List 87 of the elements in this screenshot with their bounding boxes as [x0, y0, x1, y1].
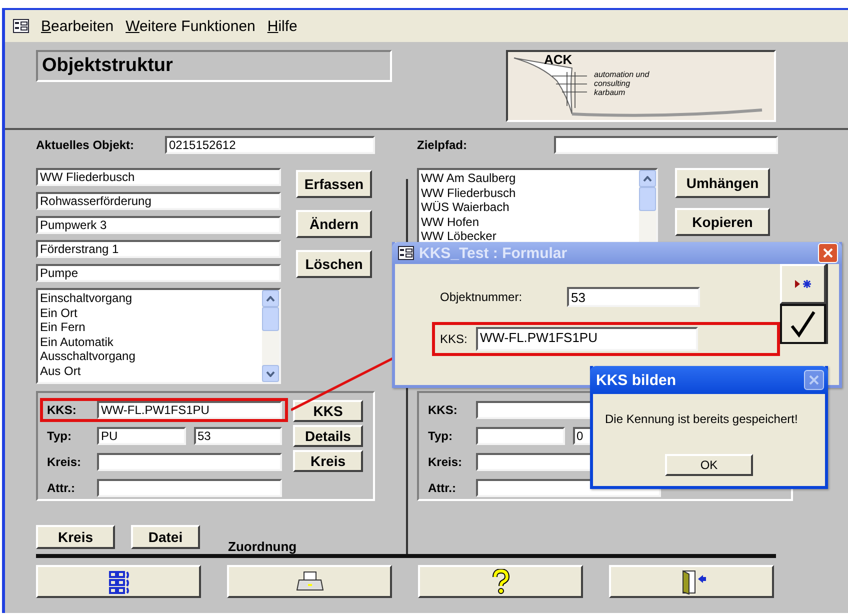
close-button[interactable] [818, 243, 838, 263]
text-field[interactable]: WW Fliederbusch [36, 168, 281, 186]
field-label: Kreis: [47, 455, 82, 469]
scroll-thumb[interactable] [639, 187, 656, 211]
field-label: Kreis: [428, 455, 464, 469]
text-field[interactable]: Rohwasserförderung [36, 192, 281, 210]
dialog-title: KKS bilden [596, 372, 678, 388]
action-button[interactable]: Kreis [36, 525, 115, 549]
list-item[interactable]: WW Fliederbusch [421, 186, 637, 200]
caret-up-icon [643, 176, 652, 182]
close-icon [809, 375, 819, 385]
field-label: Zielpfad: [417, 138, 468, 152]
section-caption: Zuordnung [228, 539, 297, 554]
text-field[interactable]: Pumpe [36, 264, 281, 282]
field-label: KKS: [47, 403, 78, 417]
message-text: Die Kennung ist bereits gespeichert! [605, 412, 799, 426]
field-label: Attr.: [47, 481, 76, 495]
text-field[interactable]: WW-FL.PW1FS1PU [97, 401, 282, 419]
help-icon [492, 568, 510, 594]
action-button[interactable]: Umhängen [675, 168, 770, 198]
caret-down-icon [266, 370, 275, 376]
toolbar-button[interactable] [36, 565, 201, 598]
menu-item[interactable]: Hilfe [267, 18, 298, 34]
list-box[interactable]: Einschaltvorgang Ein Ort Ein Fern Ein Automatik Ausschaltvorgang Aus Ort [36, 288, 281, 384]
form-icon [398, 246, 414, 260]
scroll-down-button[interactable] [262, 365, 279, 382]
ok-button[interactable]: OK [665, 454, 753, 476]
list-item[interactable]: Aus Ort [40, 364, 260, 379]
text-field[interactable]: 0215152612 [165, 136, 375, 154]
action-button[interactable]: Datei [131, 525, 200, 549]
list-item[interactable]: Einschaltvorgang [40, 291, 260, 306]
checkmark-icon [790, 310, 816, 338]
text-field[interactable]: 53 [194, 427, 282, 445]
confirm-button[interactable] [780, 304, 826, 344]
field-label: Objektnummer: [440, 290, 524, 304]
menu-item[interactable]: Bearbeiten [41, 18, 114, 34]
new-record-button[interactable] [780, 264, 826, 304]
text-field[interactable]: Pumpwerk 3 [36, 216, 281, 234]
caret-up-icon [266, 296, 275, 302]
dialog-title: KKS_Test : Formular [419, 244, 568, 262]
action-button[interactable]: Details [293, 425, 363, 447]
list-item[interactable]: Ein Fern [40, 320, 260, 335]
list-item[interactable]: WW Hofen [421, 214, 637, 230]
action-button[interactable]: Kopieren [675, 208, 770, 236]
text-field[interactable] [97, 453, 282, 471]
list-item[interactable]: WW Löbecker [421, 229, 637, 244]
text-field[interactable] [476, 427, 564, 445]
logo-mark: ACK [544, 52, 572, 67]
action-button[interactable]: Löschen [296, 250, 372, 278]
scroll-up-button[interactable] [262, 290, 279, 307]
text-field[interactable]: PU [97, 427, 186, 445]
field-label: KKS: [428, 403, 458, 417]
text-field[interactable] [554, 136, 778, 154]
form-title: Objektstruktur [36, 50, 392, 82]
action-button[interactable]: Erfassen [296, 170, 372, 198]
field-label: Attr.: [428, 481, 457, 495]
field-label: Aktuelles Objekt: [36, 138, 136, 152]
action-button[interactable]: KKS [293, 400, 363, 422]
toolbar-button[interactable] [609, 565, 774, 598]
field-label: KKS: [440, 332, 468, 346]
logo-text: karbaum [594, 88, 626, 97]
text-field[interactable] [97, 479, 282, 497]
toolbar-button[interactable] [227, 565, 392, 598]
list-item[interactable]: WW Am Saulberg [421, 171, 637, 186]
grid-icon [108, 570, 130, 594]
close-icon [823, 248, 833, 258]
new-record-icon [794, 279, 812, 289]
list-item[interactable]: Ausschaltvorgang [40, 349, 260, 364]
action-button[interactable]: Ändern [296, 210, 372, 238]
logo-text: automation und [594, 70, 650, 79]
scroll-up-button[interactable] [639, 170, 656, 187]
scroll-thumb[interactable] [262, 307, 279, 331]
action-button[interactable]: Kreis [293, 450, 363, 472]
text-field[interactable]: 53 [567, 287, 700, 307]
field-label: Typ: [47, 429, 72, 443]
text-field[interactable]: WW-FL.PW1FS1PU [476, 327, 698, 351]
field-label: Typ: [428, 429, 454, 443]
logo-text: consulting [594, 79, 632, 88]
form-icon [13, 19, 29, 33]
list-item[interactable]: Ein Ort [40, 306, 260, 320]
list-item[interactable]: WÜS Waierbach [421, 200, 637, 215]
toolbar-button[interactable] [418, 565, 583, 598]
printer-icon [296, 570, 324, 592]
text-field[interactable]: Förderstrang 1 [36, 240, 281, 258]
scrollbar[interactable] [262, 290, 279, 382]
menu-item[interactable]: Weitere Funktionen [126, 18, 256, 34]
list-item[interactable]: Ein Automatik [40, 334, 260, 350]
